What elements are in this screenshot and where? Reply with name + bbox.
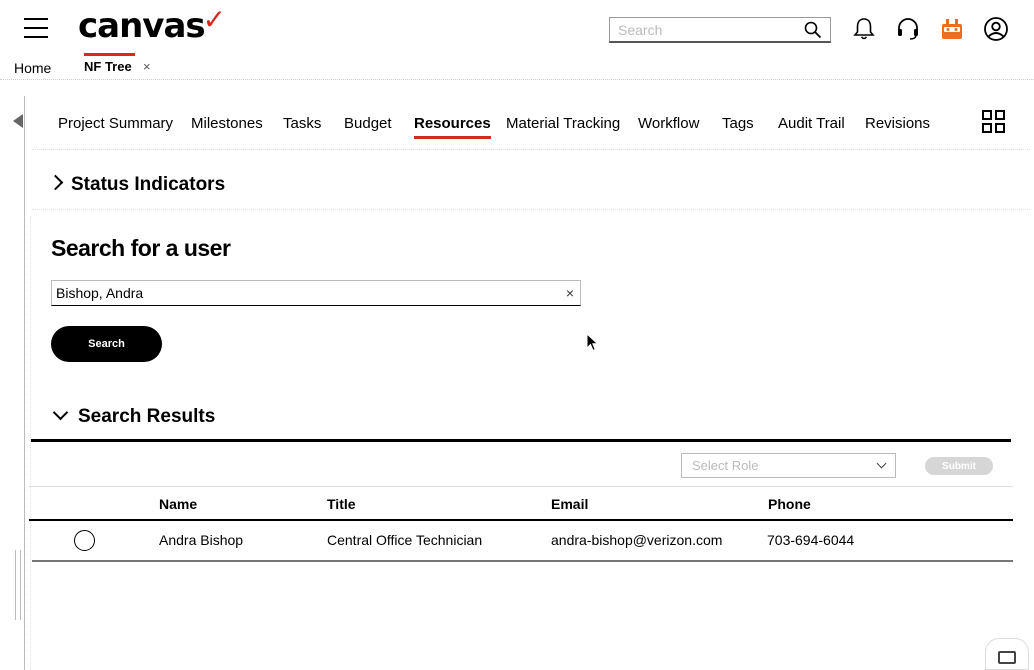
tab-budget[interactable]: Budget [344, 115, 392, 132]
breadcrumb-home[interactable]: Home [14, 60, 51, 76]
search-button[interactable]: Search [51, 326, 162, 362]
active-tab-indicator [84, 53, 135, 56]
tab-tags[interactable]: Tags [722, 115, 754, 132]
top-bar: canvas✓ [0, 0, 1034, 56]
bell-icon[interactable] [851, 16, 877, 42]
column-header-title: Title [327, 496, 356, 512]
chat-icon[interactable] [985, 638, 1029, 670]
tab-resources[interactable]: Resources [414, 115, 491, 139]
user-account-icon[interactable] [983, 16, 1009, 42]
chevron-right-icon[interactable] [47, 174, 64, 191]
results-table: Name Title Email Phone Andra Bishop Cent… [29, 486, 1013, 562]
table-row[interactable]: Andra Bishop Central Office Technician a… [32, 521, 1013, 562]
search-icon[interactable] [804, 21, 822, 39]
status-indicators-title[interactable]: Status Indicators [71, 174, 225, 196]
role-select[interactable]: Select Role [681, 453, 896, 478]
cell-email: andra-bishop@verizon.com [551, 532, 723, 548]
resources-panel: Search for a user × Search Search Result… [29, 216, 1026, 670]
table-header: Name Title Email Phone [29, 486, 1013, 521]
cell-name: Andra Bishop [159, 532, 244, 548]
tab-revisions[interactable]: Revisions [865, 115, 930, 132]
headset-icon[interactable] [895, 16, 921, 42]
tab-nf-tree-label: NF Tree [84, 59, 132, 74]
mouse-cursor-icon [586, 333, 599, 352]
app-logo[interactable]: canvas✓ [78, 3, 227, 46]
logo-check: ✓ [202, 3, 226, 36]
tab-tasks[interactable]: Tasks [283, 115, 321, 132]
left-rail [0, 92, 26, 670]
row-select-radio[interactable] [74, 530, 95, 551]
user-search-input[interactable] [56, 285, 566, 301]
global-search[interactable] [609, 17, 831, 43]
column-header-name: Name [159, 496, 198, 512]
logo-text: canvas [78, 6, 206, 46]
search-results-title[interactable]: Search Results [78, 406, 215, 428]
rail-divider [24, 96, 25, 670]
chevron-down-icon[interactable] [52, 404, 69, 421]
tab-audit-trail[interactable]: Audit Trail [778, 115, 845, 132]
bot-icon[interactable] [939, 16, 965, 42]
column-header-phone: Phone [768, 496, 811, 512]
grid-view-icon[interactable] [982, 110, 1007, 135]
role-select-placeholder: Select Role [692, 458, 759, 473]
project-nav: Project Summary Milestones Tasks Budget … [32, 100, 1030, 150]
search-user-title: Search for a user [51, 235, 231, 261]
column-header-email: Email [551, 496, 589, 512]
tab-material-tracking[interactable]: Material Tracking [506, 115, 620, 132]
collapse-left-icon[interactable] [13, 114, 23, 128]
tab-workflow[interactable]: Workflow [638, 115, 699, 132]
cell-phone: 703-694-6044 [767, 532, 855, 548]
tab-milestones[interactable]: Milestones [191, 115, 263, 132]
global-search-input[interactable] [618, 21, 804, 38]
tab-project-summary[interactable]: Project Summary [58, 115, 173, 132]
status-indicators-section: Status Indicators [32, 158, 1030, 210]
breadcrumb: Home NF Tree × [0, 53, 1034, 80]
submit-button[interactable]: Submit [925, 457, 993, 475]
close-tab-icon[interactable]: × [143, 59, 151, 74]
clear-icon[interactable]: × [566, 285, 574, 301]
chevron-down-icon [876, 458, 887, 469]
search-results-header: Search Results [31, 400, 1011, 442]
menu-icon[interactable] [24, 18, 48, 38]
resize-handle[interactable] [15, 550, 21, 620]
user-search-field[interactable]: × [51, 280, 581, 306]
cell-title: Central Office Technician [327, 532, 483, 548]
